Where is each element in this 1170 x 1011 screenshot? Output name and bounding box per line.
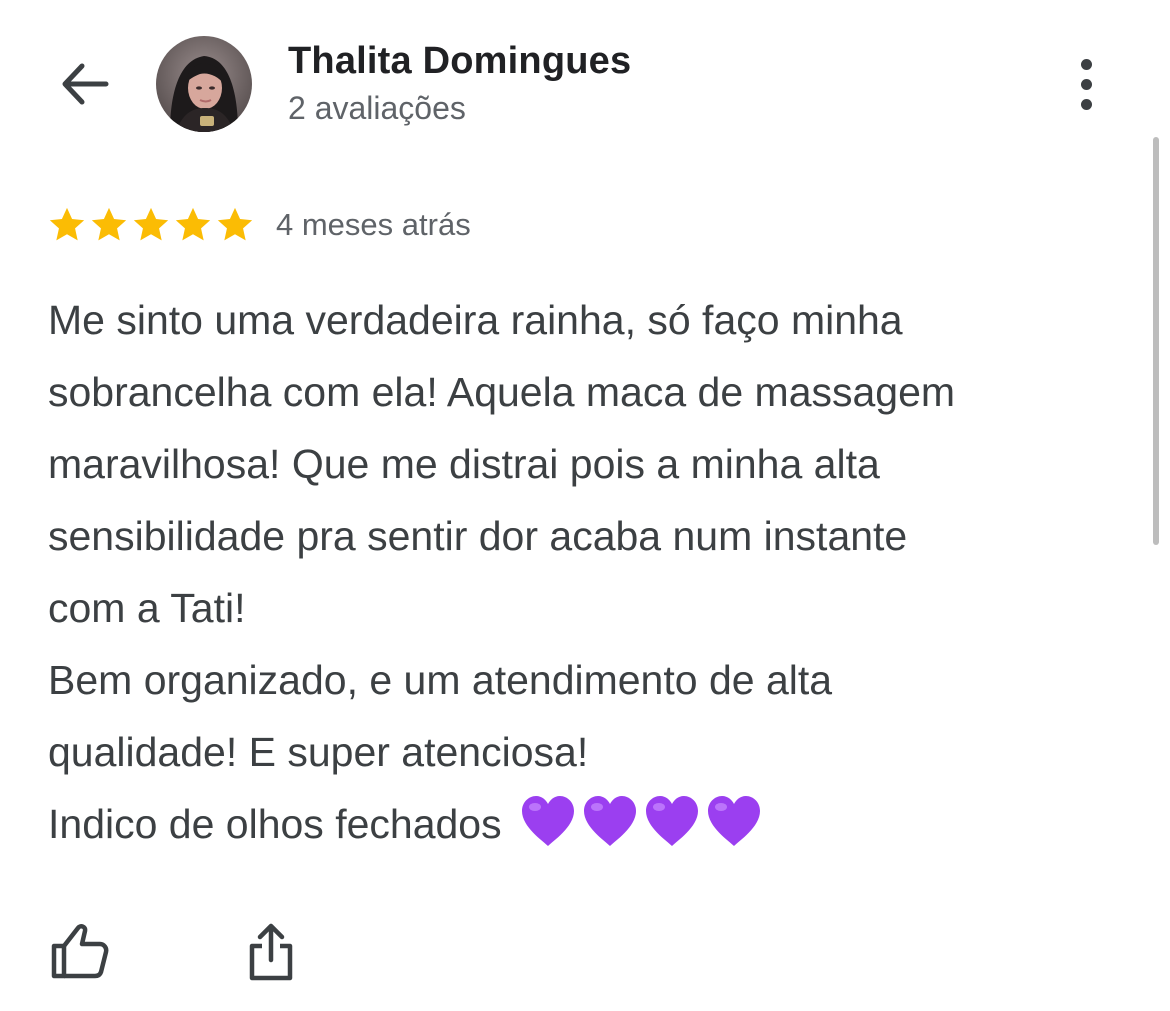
share-icon (249, 923, 293, 981)
review-line: Indico de olhos fechados (48, 801, 502, 847)
arrow-left-icon (62, 63, 109, 105)
more-vertical-icon (1080, 58, 1092, 70)
star-icon (49, 207, 85, 241)
author-info: Thalita Domingues 2 avaliações (288, 38, 631, 130)
rating-row: 4 meses atrás (46, 200, 471, 250)
star-rating (46, 204, 256, 246)
avatar[interactable] (156, 36, 252, 132)
review-count: 2 avaliações (288, 90, 466, 126)
purple-heart-icon (584, 796, 637, 846)
review-line: sobrancelha com ela! Aquela maca de mass… (48, 369, 956, 415)
star-icon (91, 207, 127, 241)
purple-heart-icon (646, 796, 699, 846)
review-line-last: Indico de olhos fechados (48, 788, 1138, 860)
purple-heart-icon (522, 796, 575, 846)
review-line: Bem organizado, e um atendimento de alta (48, 657, 833, 703)
share-button[interactable] (238, 918, 304, 984)
review-text: Me sinto uma verdadeira rainha, só faço … (48, 284, 1138, 860)
purple-hearts-emoji (519, 794, 763, 848)
review-time: 4 meses atrás (276, 207, 471, 242)
review-line: qualidade! E super atenciosa! (48, 729, 589, 775)
star-icon (217, 207, 253, 241)
star-icon (133, 207, 169, 241)
thumbs-up-icon (51, 924, 109, 979)
avatar-image (156, 36, 252, 132)
star-icon (175, 207, 211, 241)
purple-heart-icon (708, 796, 761, 846)
author-name[interactable]: Thalita Domingues (288, 38, 631, 84)
like-button[interactable] (46, 918, 112, 984)
review-line: sensibilidade pra sentir dor acaba num i… (48, 513, 908, 559)
back-button[interactable] (52, 52, 116, 116)
scrollbar[interactable] (1153, 137, 1159, 545)
more-options-button[interactable] (1062, 52, 1110, 116)
review-line: com a Tati! (48, 585, 246, 631)
review-line: maravilhosa! Que me distrai pois a minha… (48, 441, 880, 487)
review-line: Me sinto uma verdadeira rainha, só faço … (48, 297, 903, 343)
